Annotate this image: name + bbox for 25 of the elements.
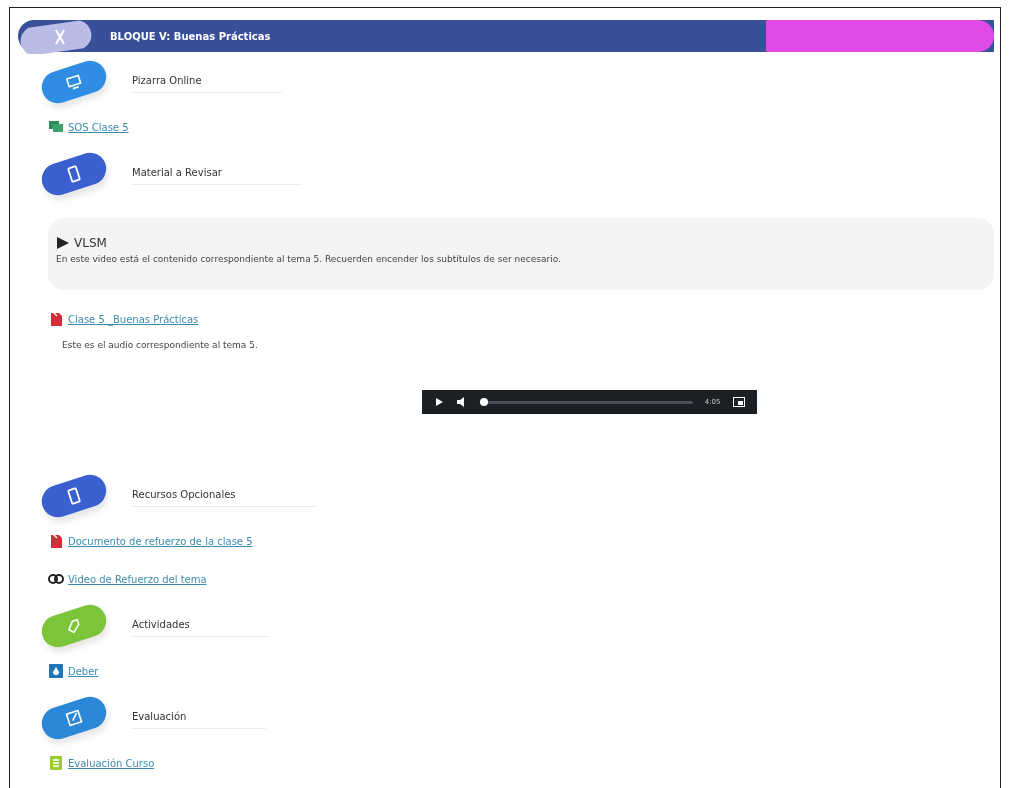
play-icon xyxy=(433,397,444,407)
resource-link[interactable]: Video de Refuerzo del tema xyxy=(68,573,207,585)
resource-link[interactable]: Documento de refuerzo de la clase 5 xyxy=(68,535,253,547)
section-title: Evaluación xyxy=(132,707,267,729)
video-title[interactable]: VLSM xyxy=(74,236,107,250)
quiz-icon xyxy=(48,755,64,771)
seek-bar[interactable] xyxy=(479,400,693,404)
pdf-file-icon xyxy=(48,311,64,327)
assignment-icon xyxy=(48,663,64,679)
section-title: Pizarra Online xyxy=(132,71,282,93)
pdf-file-icon xyxy=(48,533,64,549)
picture-in-picture-icon xyxy=(732,397,745,407)
section-title: Actividades xyxy=(132,615,270,637)
resource-link[interactable]: Evaluación Curso xyxy=(68,757,155,769)
resource-link[interactable]: SOS Clase 5 xyxy=(68,121,129,133)
header-title: BLOQUE V: Buenas Prácticas xyxy=(110,30,271,42)
audio-description: Este es el audio correspondiente al tema 5. xyxy=(62,340,259,350)
chat-icon xyxy=(48,119,64,135)
resource-link[interactable]: Clase 5 _Buenas Prácticas xyxy=(68,313,199,325)
section-title: Recursos Opcionales xyxy=(132,485,316,507)
video-description: En este video está el contenido correspondiente al tema 5. Recuerden encender los subtítulos de ser necesario. xyxy=(56,254,562,264)
section-title: Material a Revisar xyxy=(132,163,302,185)
resource-link[interactable]: Deber xyxy=(68,665,99,677)
play-icon xyxy=(56,236,70,250)
link-icon xyxy=(48,571,64,587)
